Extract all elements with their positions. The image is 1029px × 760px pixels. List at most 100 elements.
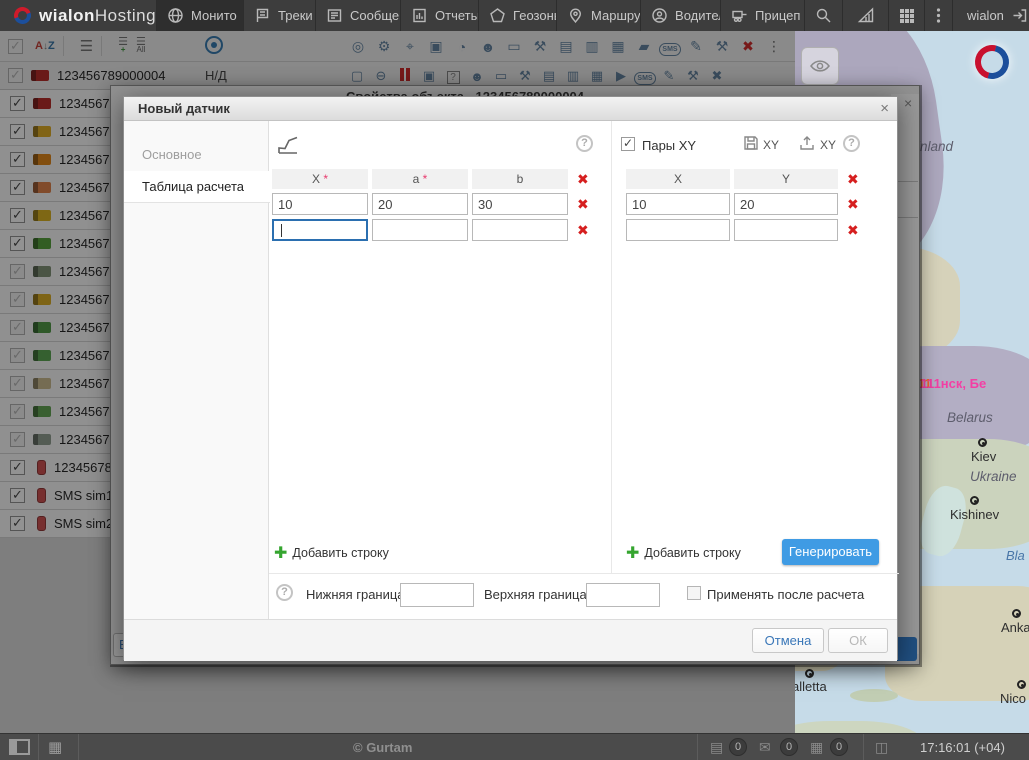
nav-tab-label: Маршру bbox=[591, 8, 640, 23]
log-icon[interactable]: ◫ bbox=[875, 739, 888, 756]
dialog-titlebar[interactable]: Новый датчик × bbox=[124, 97, 897, 121]
wialon-logo: wialonHosting bbox=[0, 0, 156, 31]
new-sensor-dialog: Новый датчик × Основное Таблица расчета … bbox=[123, 96, 898, 660]
toggle-panel-icon[interactable] bbox=[9, 739, 30, 755]
logout-icon bbox=[1011, 7, 1028, 24]
clock: 17:16:01 (+04) bbox=[920, 740, 1005, 755]
nav-tab-geofences[interactable]: Геозоны bbox=[478, 0, 556, 31]
map-marker-valletta bbox=[805, 669, 814, 678]
map-label-belarus: Belarus bbox=[947, 410, 993, 425]
map-label-kiev: Kiev bbox=[971, 449, 996, 464]
pair-x-input-row2[interactable] bbox=[626, 219, 730, 241]
calc-x-input-row2[interactable] bbox=[272, 219, 368, 241]
pair-y-input-row2[interactable] bbox=[734, 219, 838, 241]
nav-tab-label: Сообще bbox=[350, 8, 399, 23]
map-label-ukraine: Ukraine bbox=[970, 469, 1017, 484]
pair-x-input-row1[interactable] bbox=[626, 193, 730, 215]
nav-more-button[interactable] bbox=[924, 0, 952, 31]
upper-bound-input[interactable] bbox=[586, 583, 660, 607]
delete-column-icon[interactable]: ✖ bbox=[847, 172, 859, 186]
map-visibility-button[interactable] bbox=[801, 47, 839, 85]
help-icon[interactable]: ? bbox=[843, 135, 860, 152]
cancel-button[interactable]: Отмена bbox=[752, 628, 824, 653]
map-marker-kiev bbox=[978, 438, 987, 447]
message-icon bbox=[326, 7, 343, 24]
calc-a-input-row2[interactable] bbox=[372, 219, 468, 241]
map-label-kishinev: Kishinev bbox=[950, 507, 999, 522]
map-label-nicosia: Nico bbox=[1000, 691, 1026, 706]
nav-search-button[interactable] bbox=[804, 0, 842, 31]
notifications-icon[interactable]: ✉ bbox=[759, 739, 771, 756]
dialog-title: Новый датчик bbox=[138, 101, 230, 116]
map-label-finland: inland bbox=[917, 139, 953, 154]
pairs-xy-checkbox[interactable] bbox=[621, 137, 635, 151]
chart-view-icon[interactable] bbox=[276, 133, 300, 157]
nav-tab-messages[interactable]: Сообще bbox=[315, 0, 400, 31]
lower-bound-label: Нижняя граница bbox=[306, 587, 405, 602]
upload-xy-label[interactable]: XY bbox=[820, 138, 836, 152]
calc-x-input-row1[interactable] bbox=[272, 193, 368, 215]
nav-ruler-button[interactable] bbox=[842, 0, 888, 31]
driver-icon bbox=[651, 7, 668, 24]
nav-apps-button[interactable] bbox=[888, 0, 924, 31]
save-xy-label[interactable]: XY bbox=[763, 138, 779, 152]
delete-row-icon[interactable]: ✖ bbox=[847, 197, 859, 211]
eye-icon bbox=[809, 58, 831, 74]
lower-bound-input[interactable] bbox=[400, 583, 474, 607]
save-xy-icon[interactable] bbox=[743, 135, 759, 151]
apply-after-calc-checkbox[interactable] bbox=[687, 586, 701, 600]
tab-general[interactable]: Основное bbox=[142, 147, 202, 162]
copyright: © Gurtam bbox=[353, 740, 412, 755]
media-counter: 0 bbox=[830, 738, 848, 756]
trailer-icon bbox=[731, 7, 748, 24]
generate-button[interactable]: Генерировать bbox=[782, 539, 879, 565]
jobs-icon[interactable]: ▤ bbox=[710, 739, 723, 756]
column-header-pair-x: X bbox=[626, 169, 730, 189]
help-icon[interactable]: ? bbox=[576, 135, 593, 152]
divider bbox=[269, 573, 899, 574]
nav-tab-tracks[interactable]: Треки bbox=[243, 0, 315, 31]
add-row-button-left[interactable]: ✚Добавить строку bbox=[274, 543, 389, 563]
calc-a-input-row1[interactable] bbox=[372, 193, 468, 215]
calc-b-input-row1[interactable] bbox=[472, 193, 568, 215]
delete-column-icon[interactable]: ✖ bbox=[577, 172, 589, 186]
upload-xy-icon[interactable] bbox=[799, 135, 815, 151]
jobs-counter: 0 bbox=[729, 738, 747, 756]
pair-y-input-row1[interactable] bbox=[734, 193, 838, 215]
status-bar: ▦ © Gurtam ▤ 0 ✉ 0 ▦ 0 ◫ 17:16:01 (+04) bbox=[0, 733, 1029, 760]
report-icon bbox=[411, 7, 428, 24]
delete-row-icon[interactable]: ✖ bbox=[577, 197, 589, 211]
ok-button[interactable]: ОК bbox=[828, 628, 888, 653]
divider bbox=[38, 734, 39, 760]
help-icon[interactable]: ? bbox=[276, 584, 293, 601]
delete-row-icon[interactable]: ✖ bbox=[577, 223, 589, 237]
nav-tab-trailers[interactable]: Прицеп bbox=[720, 0, 804, 31]
divider bbox=[611, 121, 612, 573]
nav-tab-reports[interactable]: Отчеты bbox=[400, 0, 478, 31]
bottom-apps-icon[interactable]: ▦ bbox=[48, 738, 62, 756]
delete-row-icon[interactable]: ✖ bbox=[847, 223, 859, 237]
search-icon bbox=[815, 7, 832, 24]
logo-text-wialon: wialon bbox=[39, 6, 95, 25]
nav-tab-routes[interactable]: Маршру bbox=[556, 0, 640, 31]
column-header-pair-y: Y bbox=[734, 169, 838, 189]
text-caret bbox=[281, 224, 282, 237]
close-icon[interactable]: × bbox=[880, 100, 889, 117]
calc-b-input-row2[interactable] bbox=[472, 219, 568, 241]
app-window: wialonHosting Монито Треки Сообще Отчеты… bbox=[0, 0, 1029, 760]
plus-icon: ✚ bbox=[274, 545, 287, 562]
pairs-xy-label: Пары XY bbox=[642, 138, 696, 153]
nav-tab-label: Водител bbox=[675, 8, 720, 23]
column-header-b: b bbox=[472, 169, 568, 189]
map-land-africa bbox=[795, 721, 925, 733]
map-loading-spinner-icon bbox=[969, 39, 1015, 85]
nav-tab-monitoring[interactable]: Монито bbox=[156, 0, 243, 31]
map-marker-kishinev bbox=[970, 496, 979, 505]
plus-icon: ✚ bbox=[626, 545, 639, 562]
media-icon[interactable]: ▦ bbox=[810, 739, 823, 756]
nav-user-menu[interactable]: wialon bbox=[952, 0, 1029, 31]
tab-calculation-table[interactable]: Таблица расчета bbox=[124, 171, 270, 203]
nav-tab-drivers[interactable]: Водител bbox=[640, 0, 720, 31]
column-header-x: X * bbox=[272, 169, 368, 189]
add-row-button-right[interactable]: ✚Добавить строку bbox=[626, 543, 741, 563]
